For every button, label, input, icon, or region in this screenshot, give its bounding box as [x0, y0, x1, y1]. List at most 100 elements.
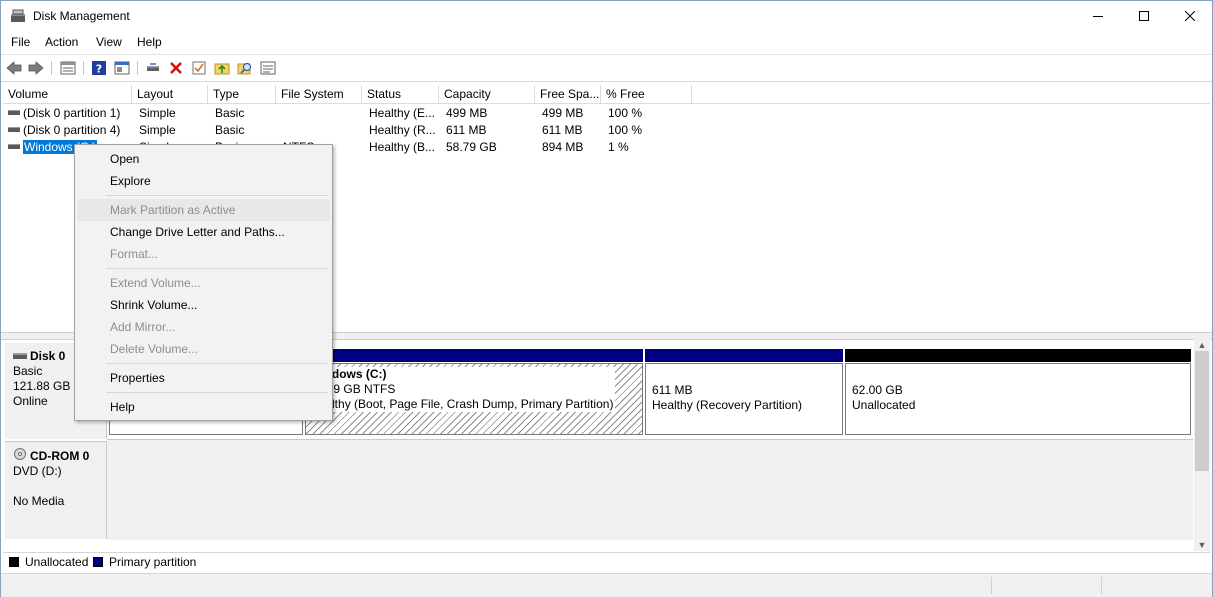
ctx-explore[interactable]: Explore	[77, 170, 330, 192]
ctx-separator	[106, 392, 328, 393]
ctx-extend-volume[interactable]: Extend Volume...	[77, 272, 330, 294]
ctx-properties[interactable]: Properties	[77, 367, 330, 389]
column-file-system[interactable]: File System	[276, 85, 362, 103]
volume-icon	[8, 144, 20, 150]
ctx-format[interactable]: Format...	[77, 243, 330, 265]
maximize-button[interactable]	[1121, 1, 1167, 31]
maximize-icon	[1139, 11, 1149, 21]
column-volume[interactable]: Volume	[3, 85, 132, 103]
partition-body: 62.00 GB Unallocated	[845, 363, 1191, 435]
legend-primary-label: Primary partition	[109, 555, 197, 569]
ctx-shrink-volume[interactable]: Shrink Volume...	[77, 294, 330, 316]
menu-view[interactable]: View	[96, 35, 122, 49]
column-percent-free[interactable]: % Free	[601, 85, 692, 103]
help-icon[interactable]: ?	[90, 59, 108, 77]
window-title: Disk Management	[33, 9, 130, 23]
ctx-open[interactable]: Open	[77, 148, 330, 170]
table-row[interactable]: (Disk 0 partition 4) Simple Basic Health…	[3, 122, 1210, 139]
graphical-pane-scrollbar[interactable]: ▲ ▼	[1194, 339, 1210, 551]
partition-body: 611 MB Healthy (Recovery Partition)	[645, 363, 843, 435]
volume-name: (Disk 0 partition 1)	[23, 106, 121, 120]
status-cell: Healthy (R...	[369, 123, 436, 137]
free-cell: 894 MB	[542, 140, 584, 154]
volume-cell: (Disk 0 partition 1)	[8, 105, 132, 122]
free-cell: 499 MB	[542, 106, 584, 120]
menu-action[interactable]: Action	[45, 35, 78, 49]
ctx-separator	[106, 363, 328, 364]
partition-bar	[645, 349, 843, 362]
disk-management-app-icon	[10, 9, 26, 23]
properties-icon[interactable]	[113, 59, 131, 77]
legend-primary-swatch	[93, 557, 103, 567]
back-arrow-icon[interactable]	[5, 59, 23, 77]
partition-windows-c[interactable]: Windows (C:) 58.79 GB NTFS Healthy (Boot…	[305, 349, 643, 435]
type-cell: Basic	[215, 106, 245, 120]
cdrom-icon	[13, 448, 27, 464]
ctx-mark-partition-active[interactable]: Mark Partition as Active	[77, 199, 330, 221]
toolbar-separator	[83, 61, 84, 75]
cdrom-type: DVD (D:)	[13, 464, 62, 478]
context-menu: Open Explore Mark Partition as Active Ch…	[74, 144, 333, 421]
search-icon[interactable]	[236, 59, 254, 77]
disk-list-icon[interactable]	[59, 59, 77, 77]
partition-body-selected: Windows (C:) 58.79 GB NTFS Healthy (Boot…	[305, 363, 643, 435]
check-icon[interactable]	[190, 59, 208, 77]
close-button[interactable]	[1167, 1, 1213, 31]
scroll-up-arrow-icon[interactable]: ▲	[1194, 339, 1210, 351]
ctx-change-drive-letter[interactable]: Change Drive Letter and Paths...	[77, 221, 330, 243]
cdrom-state: No Media	[13, 494, 65, 508]
status-cell: Healthy (B...	[369, 140, 436, 154]
column-free-space[interactable]: Free Spa...	[535, 85, 601, 103]
ctx-separator	[106, 195, 328, 196]
volume-name: (Disk 0 partition 4)	[23, 123, 121, 137]
toolbar: ?	[1, 54, 1212, 82]
partition-unallocated[interactable]: 62.00 GB Unallocated	[845, 349, 1191, 435]
close-icon	[1185, 11, 1195, 21]
column-type[interactable]: Type	[208, 85, 276, 103]
connect-icon[interactable]	[144, 59, 162, 77]
cdrom-0-label[interactable]: CD-ROM 0 DVD (D:) No Media	[5, 441, 107, 539]
disk-icon	[13, 349, 27, 364]
volume-cell: (Disk 0 partition 4)	[8, 122, 132, 139]
ctx-add-mirror[interactable]: Add Mirror...	[77, 316, 330, 338]
menu-bar: File Action View Help	[1, 32, 1212, 52]
cdrom-0-area	[107, 439, 1193, 540]
status-bar	[1, 573, 1212, 597]
volume-icon	[8, 110, 20, 116]
pct-free-cell: 100 %	[608, 106, 643, 120]
ctx-separator	[106, 268, 328, 269]
disk-management-window: Disk Management File Action View Help ?	[0, 0, 1213, 597]
scroll-down-arrow-icon[interactable]: ▼	[1194, 539, 1210, 551]
title-bar: Disk Management	[1, 1, 1212, 31]
delete-icon[interactable]	[167, 59, 185, 77]
layout-cell: Simple	[139, 106, 176, 120]
minimize-icon	[1093, 16, 1103, 17]
partition-bar	[305, 349, 643, 362]
partition-status: Healthy (Boot, Page File, Crash Dump, Pr…	[310, 397, 614, 411]
column-status[interactable]: Status	[362, 85, 439, 103]
forward-arrow-icon[interactable]	[27, 59, 45, 77]
partition-status: Healthy (Recovery Partition)	[652, 398, 803, 412]
status-separator	[991, 577, 992, 594]
partition-bar	[845, 349, 1191, 362]
table-row[interactable]: (Disk 0 partition 1) Simple Basic Health…	[3, 105, 1210, 122]
partition-recovery[interactable]: 611 MB Healthy (Recovery Partition)	[645, 349, 843, 435]
details-icon[interactable]	[259, 59, 277, 77]
ctx-help[interactable]: Help	[77, 396, 330, 418]
toolbar-separator	[137, 61, 138, 75]
pct-free-cell: 100 %	[608, 123, 643, 137]
volume-list-header: Volume Layout Type File System Status Ca…	[3, 85, 1210, 104]
menu-file[interactable]: File	[11, 35, 30, 49]
ctx-delete-volume[interactable]: Delete Volume...	[77, 338, 330, 360]
volume-icon	[8, 127, 20, 133]
column-layout[interactable]: Layout	[132, 85, 208, 103]
scrollbar-thumb[interactable]	[1195, 351, 1209, 471]
column-capacity[interactable]: Capacity	[439, 85, 535, 103]
capacity-cell: 499 MB	[446, 106, 488, 120]
toolbar-separator	[51, 61, 52, 75]
minimize-button[interactable]	[1075, 1, 1121, 31]
capacity-cell: 58.79 GB	[446, 140, 497, 154]
menu-help[interactable]: Help	[137, 35, 162, 49]
type-cell: Basic	[215, 123, 245, 137]
folder-up-icon[interactable]	[213, 59, 231, 77]
